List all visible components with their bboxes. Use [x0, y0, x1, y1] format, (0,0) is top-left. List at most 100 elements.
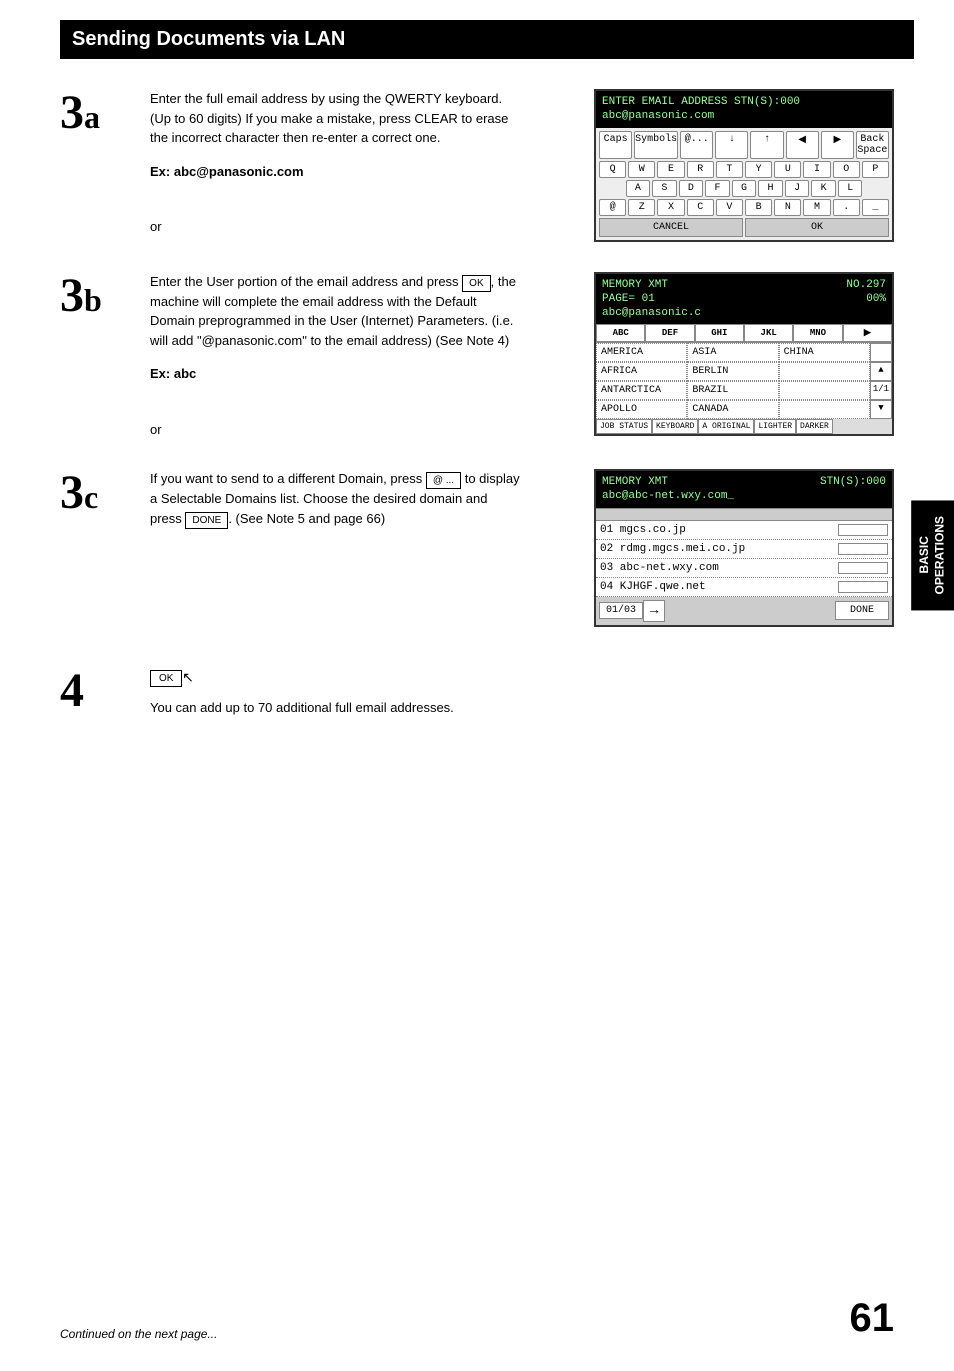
list-item[interactable]: BERLIN [687, 362, 778, 381]
continued-text: Continued on the next page... [60, 1327, 217, 1341]
key-l[interactable]: L [838, 180, 863, 197]
right-arrow-key[interactable]: ▶ [821, 131, 854, 159]
key-s[interactable]: S [652, 180, 677, 197]
step-number-4: 4 [60, 667, 150, 715]
next-tab[interactable]: ▶ [843, 324, 892, 342]
list-item[interactable] [779, 381, 870, 400]
key-p[interactable]: P [862, 161, 889, 178]
footer: Continued on the next page... 61 [60, 1296, 894, 1341]
step-3c-body-post: . (See Note 5 and page 66) [228, 511, 385, 526]
domain-select-icon[interactable] [838, 562, 888, 574]
display-3a: ENTER EMAIL ADDRESS STN(S):000 abc@panas… [594, 89, 894, 242]
key-v[interactable]: V [716, 199, 743, 216]
step-3b-or: or [150, 420, 520, 440]
main-content: 3a Enter the full email address by using… [0, 89, 954, 717]
key-i[interactable]: I [803, 161, 830, 178]
left-arrow-key[interactable]: ◀ [786, 131, 819, 159]
lighter-button[interactable]: LIGHTER [754, 419, 796, 434]
job-status-bar: JOB STATUS KEYBOARD A ORIGINAL LIGHTER D… [596, 419, 892, 434]
step-4-text: OK ↖ You can add up to 70 additional ful… [150, 667, 454, 718]
key-u[interactable]: U [774, 161, 801, 178]
step-3b-body-pre: Enter the User portion of the email addr… [150, 274, 462, 289]
key-y[interactable]: Y [745, 161, 772, 178]
display-3a-header: ENTER EMAIL ADDRESS STN(S):000 abc@panas… [596, 91, 892, 128]
ghi-tab[interactable]: GHI [695, 324, 744, 342]
list-item[interactable]: ASIA [687, 343, 778, 362]
key-q[interactable]: Q [599, 161, 626, 178]
key-underscore[interactable]: _ [862, 199, 889, 216]
step-3a-body: Enter the full email address by using th… [150, 89, 520, 148]
key-dot[interactable]: . [833, 199, 860, 216]
step-4-body: You can add up to 70 additional full ema… [150, 698, 454, 718]
domain-item-1[interactable]: 01 mgcs.co.jp [596, 521, 892, 540]
display-3c: MEMORY XMTSTN(S):000 abc@abc-net.wxy.com… [594, 469, 894, 627]
key-o[interactable]: O [833, 161, 860, 178]
list-item[interactable] [779, 362, 870, 381]
step-3a: 3a Enter the full email address by using… [60, 89, 894, 242]
key-b[interactable]: B [745, 199, 772, 216]
list-item[interactable]: ANTARCTICA [596, 381, 687, 400]
ok-button: OK [150, 670, 182, 687]
keyboard-button[interactable]: KEYBOARD [652, 419, 698, 434]
qwerty-keyboard: Caps Symbols @... ↓ ↑ ◀ ▶ Back Space Q W… [596, 128, 892, 240]
key-k[interactable]: K [811, 180, 836, 197]
list-item[interactable] [779, 400, 870, 419]
caps-key[interactable]: Caps [599, 131, 632, 159]
done-inline-button: DONE [185, 512, 228, 529]
scroll-down-icon[interactable]: ▼ [870, 400, 892, 419]
step-3b: 3b Enter the User portion of the email a… [60, 272, 894, 440]
key-z[interactable]: Z [628, 199, 655, 216]
ok-button-kb[interactable]: OK [745, 218, 889, 237]
list-item[interactable]: BRAZIL [687, 381, 778, 400]
list-item[interactable]: APOLLO [596, 400, 687, 419]
mno-tab[interactable]: MNO [793, 324, 842, 342]
up-arrow-key[interactable]: ↑ [750, 131, 783, 159]
def-tab[interactable]: DEF [645, 324, 694, 342]
abc-tab[interactable]: ABC [596, 324, 645, 342]
done-button[interactable]: DONE [835, 601, 889, 620]
key-m[interactable]: M [803, 199, 830, 216]
step-3b-text: Enter the User portion of the email addr… [150, 272, 520, 440]
backspace-key[interactable]: Back Space [856, 131, 889, 159]
list-item[interactable]: CHINA [779, 343, 870, 362]
next-page-icon[interactable]: → [643, 600, 665, 622]
key-x[interactable]: X [657, 199, 684, 216]
domain-item-3[interactable]: 03 abc-net.wxy.com [596, 559, 892, 578]
scroll-up-icon[interactable]: ▲ [870, 362, 892, 381]
key-h[interactable]: H [758, 180, 783, 197]
key-c[interactable]: C [687, 199, 714, 216]
step-3c: 3c If you want to send to a different Do… [60, 469, 894, 627]
key-a[interactable]: A [626, 180, 651, 197]
key-j[interactable]: J [785, 180, 810, 197]
domain-item-4[interactable]: 04 KJHGF.qwe.net [596, 578, 892, 597]
key-e[interactable]: E [657, 161, 684, 178]
down-arrow-key[interactable]: ↓ [715, 131, 748, 159]
cancel-button[interactable]: CANCEL [599, 218, 743, 237]
key-r[interactable]: R [687, 161, 714, 178]
key-t[interactable]: T [716, 161, 743, 178]
list-item[interactable]: AMERICA [596, 343, 687, 362]
domain-select-icon[interactable] [838, 524, 888, 536]
key-n[interactable]: N [774, 199, 801, 216]
key-at[interactable]: @ [599, 199, 626, 216]
at-key[interactable]: @... [680, 131, 713, 159]
domain-select-icon[interactable] [838, 581, 888, 593]
step-3b-example: Ex: abc [150, 364, 520, 384]
domain-select-icon[interactable] [838, 543, 888, 555]
symbols-key[interactable]: Symbols [634, 131, 678, 159]
key-g[interactable]: G [732, 180, 757, 197]
pager-indicator: 01/03 [599, 602, 643, 619]
original-button[interactable]: A ORIGINAL [698, 419, 754, 434]
jkl-tab[interactable]: JKL [744, 324, 793, 342]
domain-item-2[interactable]: 02 rdmg.mgcs.mei.co.jp [596, 540, 892, 559]
list-item[interactable]: AFRICA [596, 362, 687, 381]
job-status-button[interactable]: JOB STATUS [596, 419, 652, 434]
scroll-indicator [870, 343, 892, 362]
darker-button[interactable]: DARKER [796, 419, 833, 434]
key-f[interactable]: F [705, 180, 730, 197]
abc-tabs: ABC DEF GHI JKL MNO ▶ [596, 324, 892, 343]
list-item[interactable]: CANADA [687, 400, 778, 419]
key-w[interactable]: W [628, 161, 655, 178]
key-d[interactable]: D [679, 180, 704, 197]
step-4: 4 OK ↖ You can add up to 70 additional f… [60, 667, 894, 718]
